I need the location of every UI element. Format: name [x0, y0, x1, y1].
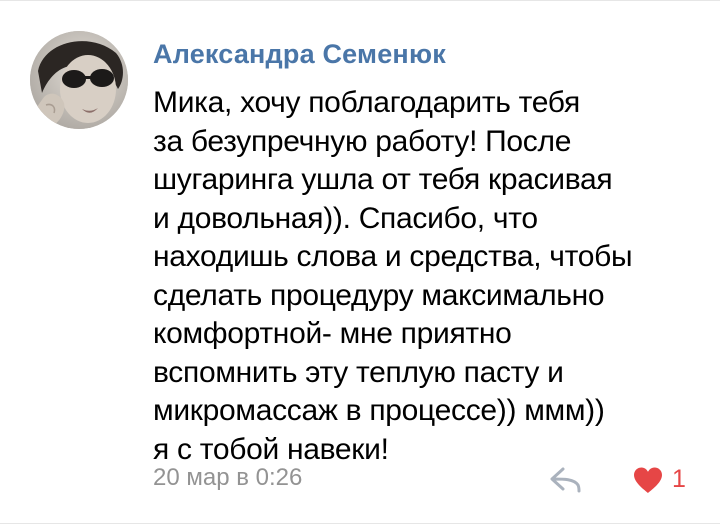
comment-date[interactable]: 20 мар в 0:26 [153, 462, 302, 494]
author-name[interactable]: Александра Семенюк [153, 37, 446, 71]
comment-text-line: микромассаж в процессе)) ммм)) [153, 394, 605, 427]
comment-item: Александра Семенюк Мика, хочу поблагодар… [0, 0, 720, 524]
comment-text-line: и довольная)). Спасибо, что [153, 201, 538, 235]
comment-text-line: находишь слова и средства, чтобы [153, 240, 633, 273]
comment-text-line: вспомнить эту теплую пасту и [153, 355, 564, 389]
comment-text-line: шугаринга ушла от тебя красивая [153, 163, 613, 196]
comment-text: Мика, хочу поблагодарить тебя за безупре… [153, 84, 708, 469]
comment-text-line: Мика, хочу поблагодарить тебя [153, 86, 580, 119]
avatar-photo [30, 31, 128, 129]
reply-arrow-icon [550, 467, 581, 493]
comment-text-line: сделать процедуру максимально [153, 278, 605, 312]
avatar[interactable] [30, 31, 128, 129]
comment-text-line: комфортной- мне приятно [153, 317, 512, 350]
like-button[interactable]: 1 [630, 461, 690, 497]
like-count: 1 [672, 465, 686, 493]
heart-icon [634, 467, 662, 493]
reply-button[interactable] [546, 461, 586, 497]
comment-text-line: за безупречную работу! После [153, 124, 572, 158]
